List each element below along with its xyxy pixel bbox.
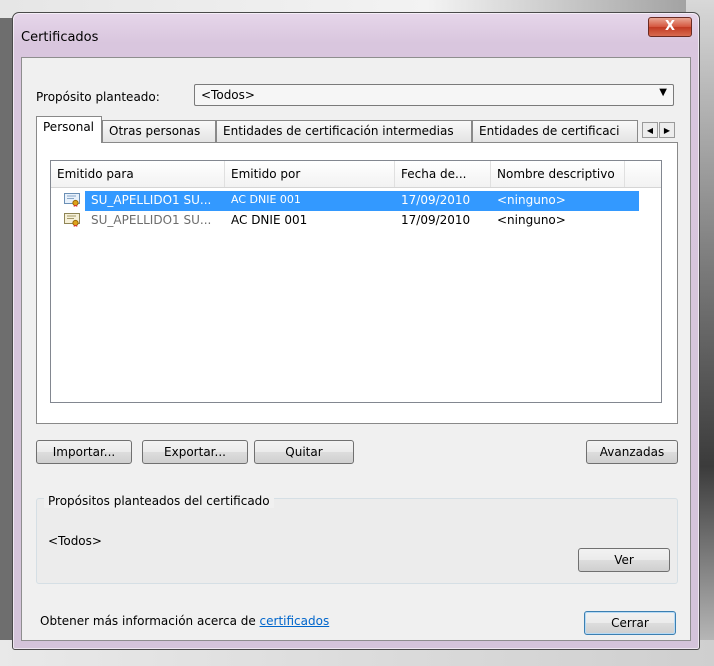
advanced-button[interactable]: Avanzadas: [586, 440, 678, 464]
title-bar[interactable]: Certificados X: [13, 13, 699, 53]
dialog-client-area: Propósito planteado: <Todos> ▼ Personal …: [21, 57, 691, 641]
chevron-down-icon[interactable]: ▼: [659, 87, 667, 98]
certificates-dialog: Certificados X Propósito planteado: <Tod…: [12, 12, 700, 650]
close-icon[interactable]: X: [648, 17, 692, 37]
cell-date: 17/09/2010: [401, 193, 471, 207]
close-button[interactable]: Cerrar: [584, 611, 676, 635]
purpose-label: Propósito planteado:: [36, 90, 160, 104]
cell-issued-to: SU_APELLIDO1 SU...: [91, 213, 212, 227]
tab-panel-personal: Emitido para Emitido por Fecha de... Nom…: [36, 142, 678, 424]
purpose-dropdown-value: <Todos>: [201, 88, 255, 102]
more-info-prefix: Obtener más información acerca de: [40, 614, 260, 628]
more-info-text: Obtener más información acerca de certif…: [40, 614, 329, 628]
tab-personal[interactable]: Personal: [36, 116, 102, 143]
export-button[interactable]: Exportar...: [142, 440, 248, 464]
certificate-purposes-value: <Todos>: [48, 534, 102, 548]
certificate-purposes-title: Propósitos planteados del certificado: [44, 494, 274, 508]
certificate-icon: [64, 193, 80, 207]
cell-issued-by: AC DNIE 001: [231, 193, 301, 206]
table-row[interactable]: SU_APELLIDO1 SU... AC DNIE 001 17/09/201…: [51, 211, 661, 231]
certificates-link[interactable]: certificados: [260, 614, 330, 628]
list-header: Emitido para Emitido por Fecha de... Nom…: [51, 161, 661, 188]
column-header-friendly-name[interactable]: Nombre descriptivo: [491, 161, 625, 187]
purpose-dropdown[interactable]: <Todos> ▼: [194, 84, 674, 106]
import-button[interactable]: Importar...: [36, 440, 132, 464]
certificate-icon: [64, 213, 80, 227]
cell-friendly-name: <ninguno>: [497, 213, 566, 227]
tab-intermediate-authorities[interactable]: Entidades de certificación intermedias: [216, 120, 472, 142]
view-button[interactable]: Ver: [578, 548, 670, 572]
remove-button[interactable]: Quitar: [254, 440, 354, 464]
table-row[interactable]: SU_APELLIDO1 SU... AC DNIE 001 17/09/201…: [51, 191, 661, 211]
tab-root-authorities[interactable]: Entidades de certificaci: [472, 120, 638, 142]
window-title: Certificados: [21, 30, 99, 45]
cell-issued-to: SU_APELLIDO1 SU...: [91, 193, 212, 207]
tab-scroll-right-icon[interactable]: ▶: [659, 122, 675, 138]
tab-scroll-left-icon[interactable]: ◀: [642, 122, 658, 138]
column-header-issued-to[interactable]: Emitido para: [51, 161, 225, 187]
column-header-issued-by[interactable]: Emitido por: [225, 161, 395, 187]
cell-date: 17/09/2010: [401, 213, 471, 227]
cell-friendly-name: <ninguno>: [497, 193, 566, 207]
column-header-date[interactable]: Fecha de...: [395, 161, 491, 187]
cell-issued-by: AC DNIE 001: [231, 213, 308, 227]
certificate-list[interactable]: Emitido para Emitido por Fecha de... Nom…: [50, 160, 662, 403]
tab-other-people[interactable]: Otras personas: [102, 120, 216, 142]
